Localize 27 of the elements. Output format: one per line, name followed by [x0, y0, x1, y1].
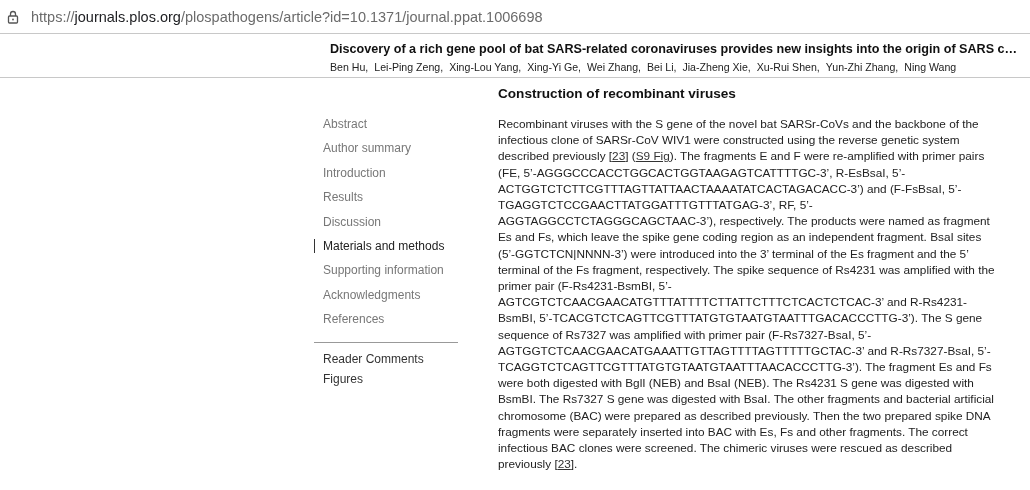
- section-link[interactable]: Abstract: [314, 117, 458, 131]
- url-text[interactable]: https://journals.plos.org/plospathogens/article?id=10.1371/journal.ppat.1006698: [31, 8, 543, 25]
- author-link[interactable]: Xing-Yi Ge,: [527, 61, 582, 73]
- author-link[interactable]: Xu-Rui Shen,: [756, 61, 820, 73]
- section-link[interactable]: References: [314, 312, 458, 327]
- reference-link[interactable]: S9 Fig: [635, 149, 670, 164]
- sidebar-link[interactable]: Reader Comments: [314, 351, 458, 366]
- author-link[interactable]: Bei Li,: [647, 61, 677, 73]
- article-title: Discovery of a rich gene pool of bat SARS-related coronaviruses provides new insights into the origin of SARS c…: [330, 42, 1019, 56]
- author-link[interactable]: Jia-Zheng Xie,: [682, 61, 751, 73]
- section-link[interactable]: Author summary: [314, 141, 458, 156]
- author-link[interactable]: Wei Zhang,: [587, 61, 641, 73]
- sidebar-link[interactable]: Figures: [314, 371, 458, 386]
- section-link[interactable]: Supporting information: [314, 263, 458, 278]
- section-link[interactable]: Materials and methods: [314, 238, 458, 253]
- author-link[interactable]: Xing-Lou Yang,: [449, 61, 522, 73]
- section-link[interactable]: Introduction: [314, 165, 458, 180]
- section-heading: Construction of recombinant viruses: [498, 86, 737, 101]
- author-link[interactable]: Ben Hu,: [330, 61, 369, 73]
- section-link[interactable]: Acknowledgments: [314, 287, 458, 302]
- section-link[interactable]: Discussion: [314, 214, 458, 229]
- author-link[interactable]: Lei-Ping Zeng,: [374, 61, 444, 73]
- section-link[interactable]: Results: [314, 190, 458, 205]
- body-paragraph: Recombinant viruses with the S gene of the novel bat SARSr-CoVs and the backbone of the infectious clone of SARSr-CoV WIV1 were constructed using the reverse genetic system described previously [23] (S9 Fig). The fragments E and F were re-amplified with primer pairs (FE, 5’-AGGGCCCACCTGGCACTGGTAAGAGTCATTTTGC-3’, R-EsBsaI, 5’-ACTGGTCTCTTCGTTTAGTTATTAACTAAAATATCACTAGACACC-3’) and (F-FsBsaI, 5’-TGAGGTCTCCGAACTTATGGATTTGTTTATGAG-3’, RF, 5’-AGGTAGGCCTCTAGGGCAGCTAAC-3’), respectively. The products were named as fragment Es and Fs, which leave the spike gene coding region as an independent fragment. BsaI sites (5’-GGTCTCN|NNNN-3’) were introduced into the 3’ terminal of the Es fragment and the 5’ terminal of the Fs fragment, respectively. The spike sequence of Rs4231 was amplified with the primer pair (F-Rs4231-BsmBI, 5’-AGTCGTCTCAACGAACATGTTTATTTTCTTATTCTTTCTCACTCTCAC-3’ and R-Rs4231-BsmBI, 5’-TCACGTCTCAGTTCGTTTATGTGTAATGTAATTTGACACCCTTG-3’). The S gene sequence of Rs7327 was amplified with primer pair (F-Rs7327-BsaI, 5’-AGTGGTCTCAACGAACATGAAATTGTTAGTTTTAGTTTTTGCTAC-3’ and R-Rs7327-BsaI, 5’-TCAGGTCTCAGTTCGTTTATGTGTAATGTAATTTAACACCCTTG-3’). The fragment Es and Fs were both digested with BglI (NEB) and BsaI (NEB). The Rs4231 S gene was digested with BsmBI. The Rs7327 S gene was digested with BsaI. The other fragments and bacterial artificial chromosome (BAC) were prepared as described previously. Then the two prepared spike DNA fragments were separately inserted into BAC with Es, Fs and other fragments. The correct infectious BAC clones were screened. The chimeric viruses were rescued as described previously [23].: [498, 116, 996, 473]
- lock-icon: [7, 9, 19, 24]
- author-link[interactable]: Yun-Zhi Zhang,: [825, 61, 899, 73]
- author-link[interactable]: Ning Wang: [904, 61, 957, 73]
